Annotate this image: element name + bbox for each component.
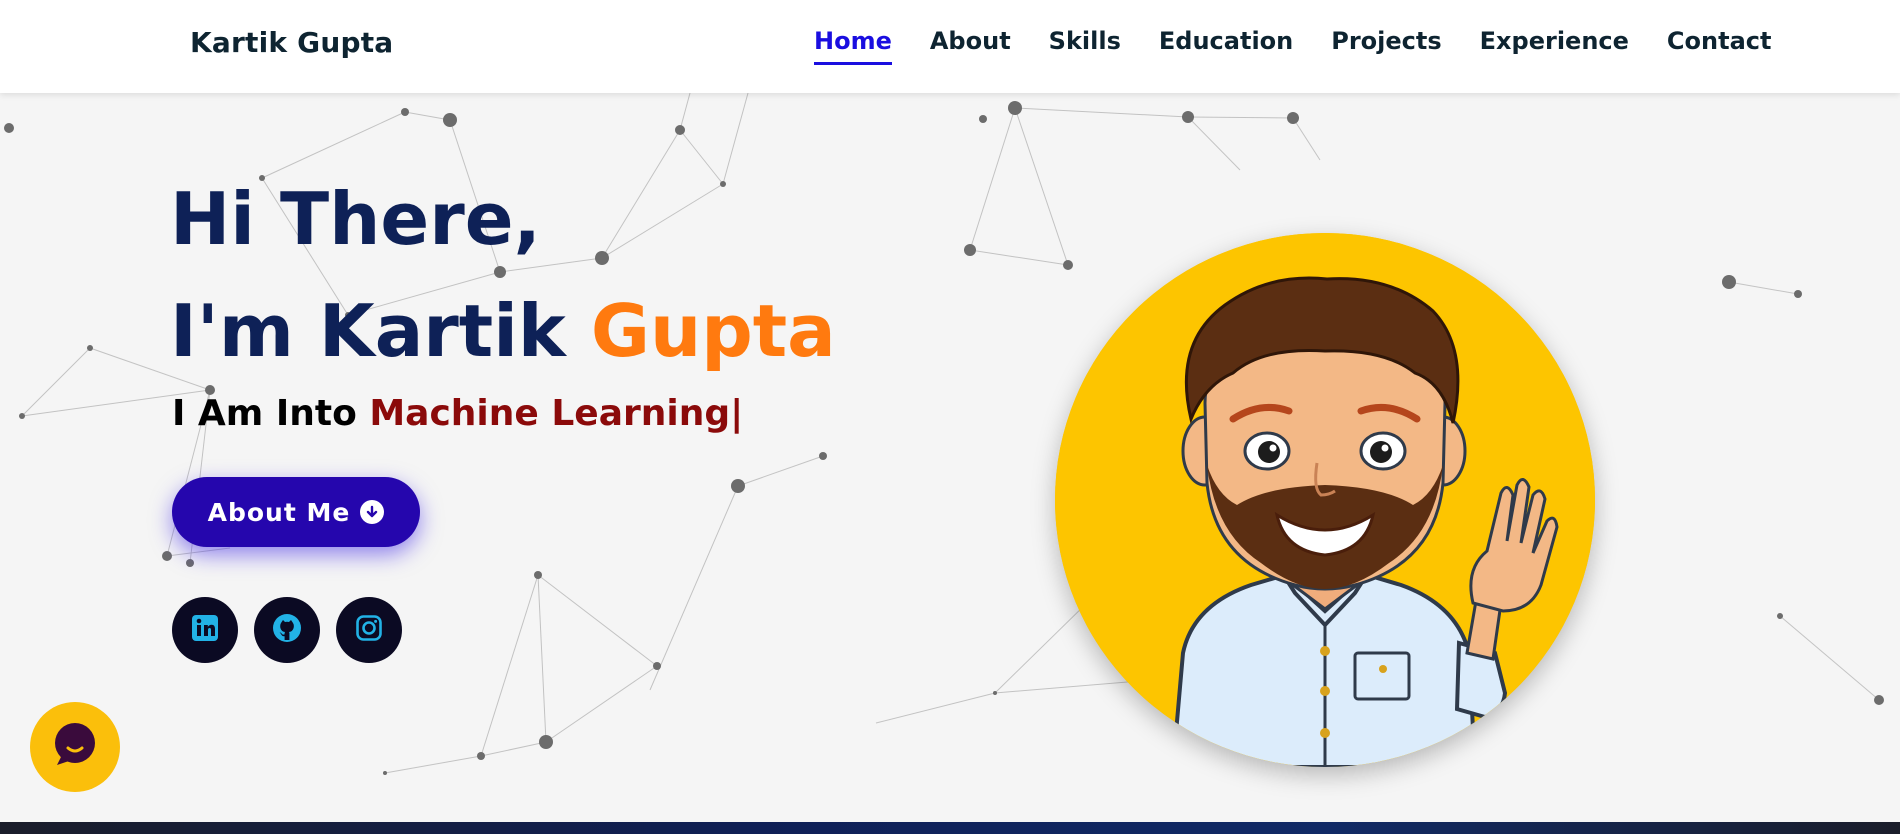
hero-section: Hi There, I'm Kartik Gupta I Am Into Mac…: [0, 93, 1900, 823]
avatar-illustration: [1055, 233, 1595, 767]
next-section-edge: [0, 822, 1900, 834]
nav-contact[interactable]: Contact: [1667, 27, 1772, 65]
avatar: [1055, 233, 1595, 767]
social-links: [172, 597, 418, 663]
main-nav: Home About Skills Education Projects Exp…: [814, 27, 1772, 65]
linkedin-link[interactable]: [172, 597, 238, 663]
nav-skills[interactable]: Skills: [1049, 27, 1121, 65]
about-me-label: About Me: [207, 497, 351, 527]
nav-projects[interactable]: Projects: [1331, 27, 1441, 65]
linkedin-icon: [191, 614, 219, 646]
greeting-line-2-accent: Gupta: [590, 289, 836, 373]
about-me-button[interactable]: About Me: [172, 477, 420, 547]
instagram-icon: [355, 614, 383, 646]
arrow-down-circle-icon: [360, 500, 385, 524]
greeting-line-1: Hi There,: [170, 177, 541, 261]
nav-about[interactable]: About: [930, 27, 1011, 65]
typing-prefix: I Am Into: [172, 393, 370, 434]
hero-heading: Hi There, I'm Kartik Gupta: [170, 163, 836, 387]
nav-experience[interactable]: Experience: [1480, 27, 1629, 65]
typing-text: I Am Into Machine Learning|: [172, 393, 743, 434]
brand-logo[interactable]: Kartik Gupta: [190, 26, 393, 59]
typing-role: Machine Learning|: [369, 393, 744, 434]
github-link[interactable]: [254, 597, 320, 663]
chat-icon: [51, 721, 99, 773]
chat-widget-button[interactable]: [30, 702, 120, 792]
github-icon: [272, 613, 302, 647]
nav-home[interactable]: Home: [814, 27, 892, 65]
nav-education[interactable]: Education: [1159, 27, 1293, 65]
instagram-link[interactable]: [336, 597, 402, 663]
greeting-line-2-prefix: I'm Kartik: [170, 289, 591, 373]
top-navbar: Kartik Gupta Home About Skills Education…: [0, 0, 1900, 93]
